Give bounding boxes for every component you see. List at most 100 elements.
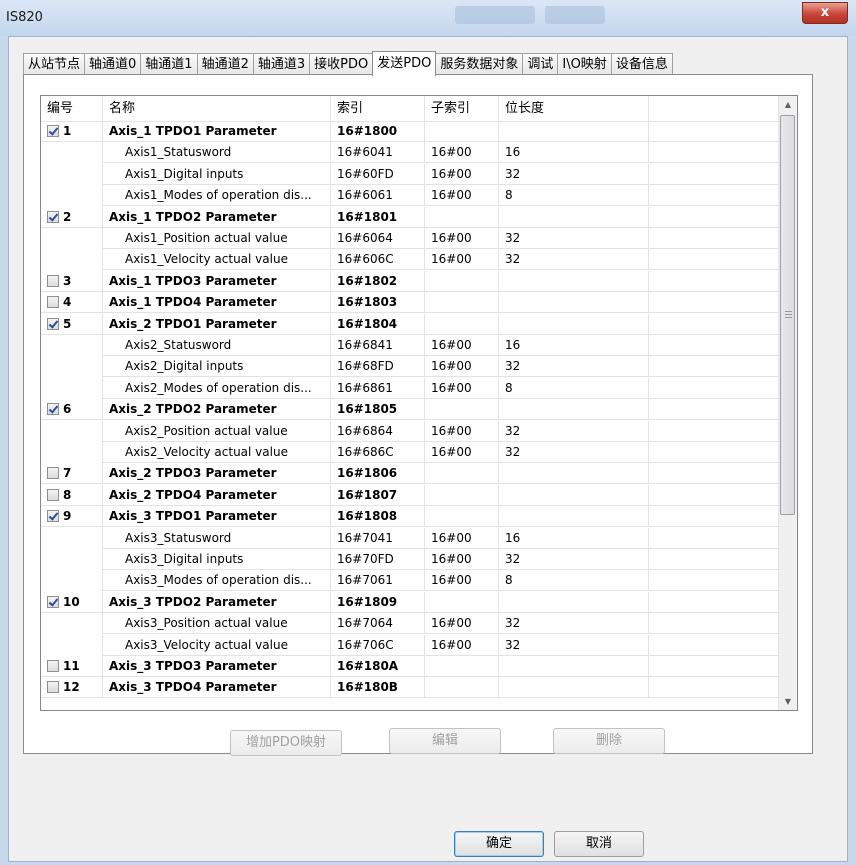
pdo-parameter-row[interactable]: 7 Axis_2 TPDO3 Parameter 16#1806 — [41, 463, 779, 485]
cell-sub — [425, 484, 499, 506]
tab-4[interactable]: 轴通道3 — [252, 53, 311, 75]
tab-9[interactable]: I\O映射 — [557, 53, 612, 75]
cell-idx: 16#1803 — [331, 292, 425, 314]
close-button[interactable]: x — [802, 2, 848, 24]
pdo-parameter-row[interactable]: 10 Axis_3 TPDO2 Parameter 16#1809 — [41, 591, 779, 613]
enable-checkbox[interactable] — [47, 660, 59, 672]
cell-number — [41, 356, 103, 378]
cell-number: 6 — [41, 399, 103, 421]
tab-2[interactable]: 轴通道1 — [140, 53, 198, 75]
pdo-entry-row[interactable]: Axis1_Position actual value 16#6064 16#00 3… — [41, 228, 779, 249]
pdo-entry-row[interactable]: Axis3_Position actual value 16#7064 16#00 3… — [41, 613, 779, 635]
delete-button[interactable]: 删除 — [553, 728, 665, 754]
edit-button[interactable]: 编辑 — [389, 728, 501, 754]
cell-number: 12 — [41, 677, 103, 699]
cell-name: Axis_2 TPDO3 Parameter — [103, 463, 331, 485]
cell-name: Axis_3 TPDO4 Parameter — [103, 677, 331, 699]
pdo-entry-row[interactable]: Axis2_Position actual value 16#6864 16#00 3… — [41, 420, 779, 442]
cell-number: 2 — [41, 206, 103, 228]
pdo-entry-row[interactable]: Axis2_Digital inputs 16#68FD 16#00 32 — [41, 356, 779, 378]
pdo-entry-row[interactable]: Axis3_Velocity actual value 16#706C 16#00 3… — [41, 634, 779, 656]
pdo-parameter-row[interactable]: 9 Axis_3 TPDO1 Parameter 16#1808 — [41, 506, 779, 528]
cell-bits: 16 — [499, 335, 649, 356]
cell-number: 11 — [41, 656, 103, 677]
enable-checkbox[interactable] — [47, 296, 59, 309]
tab-3[interactable]: 轴通道2 — [196, 53, 254, 75]
pdo-entry-row[interactable]: Axis2_Modes of operation dis... 16#6861 16… — [41, 377, 779, 399]
pdo-parameter-row[interactable]: 2 Axis_1 TPDO2 Parameter 16#1801 — [41, 206, 779, 228]
add-pdo-mapping-button[interactable]: 增加PDO映射 — [230, 730, 342, 756]
cancel-button[interactable]: 取消 — [554, 831, 644, 857]
enable-checkbox[interactable] — [47, 510, 59, 523]
column-header-subindex[interactable]: 子索引 — [425, 96, 499, 121]
enable-checkbox[interactable] — [47, 403, 59, 416]
pdo-parameter-row[interactable]: 5 Axis_2 TPDO1 Parameter 16#1804 — [41, 313, 779, 335]
vertical-scrollbar[interactable]: ▲ ▼ — [778, 96, 797, 710]
tab-10[interactable]: 设备信息 — [610, 53, 673, 75]
cell-idx: 16#1801 — [331, 206, 425, 228]
cell-bits — [499, 121, 649, 142]
tab-0[interactable]: 从站节点 — [23, 53, 86, 75]
cell-blank — [649, 591, 779, 613]
tab-8[interactable]: 调试 — [522, 53, 559, 75]
cell-number — [41, 335, 103, 356]
pdo-entry-row[interactable]: Axis1_Digital inputs 16#60FD 16#00 32 — [41, 163, 779, 185]
column-header-bit-length[interactable]: 位长度 — [499, 96, 649, 121]
column-header-number[interactable]: 编号 — [41, 96, 103, 121]
cell-bits — [499, 506, 649, 528]
cell-number — [41, 634, 103, 656]
pdo-parameter-row[interactable]: 1 Axis_1 TPDO1 Parameter 16#1800 — [41, 121, 779, 142]
pdo-entry-row[interactable]: Axis3_Statusword 16#7041 16#00 16 — [41, 527, 779, 549]
cell-sub: 16#00 — [425, 570, 499, 592]
pdo-parameter-row[interactable]: 12 Axis_3 TPDO4 Parameter 16#180B — [41, 677, 779, 699]
enable-checkbox[interactable] — [47, 488, 59, 501]
cell-name: Axis_1 TPDO2 Parameter — [103, 206, 331, 228]
tab-strip: 从站节点 轴通道0 轴通道1 轴通道2 轴通道3 接收PDO 发送PDO 服务数据对象 调试 I\… — [23, 51, 673, 76]
pdo-entry-row[interactable]: Axis3_Digital inputs 16#70FD 16#00 32 — [41, 549, 779, 570]
enable-checkbox[interactable] — [47, 467, 59, 480]
scroll-thumb[interactable] — [780, 115, 795, 515]
enable-checkbox[interactable] — [47, 125, 59, 137]
cell-number: 1 — [41, 121, 103, 142]
pdo-entry-row[interactable]: Axis1_Velocity actual value 16#606C 16#00 3… — [41, 249, 779, 271]
enable-checkbox[interactable] — [47, 210, 59, 223]
scroll-up-arrow-icon[interactable]: ▲ — [779, 96, 797, 113]
pdo-entry-row[interactable]: Axis1_Modes of operation dis... 16#6061 16… — [41, 185, 779, 207]
pdo-parameter-row[interactable]: 8 Axis_2 TPDO4 Parameter 16#1807 — [41, 484, 779, 506]
scroll-down-arrow-icon[interactable]: ▼ — [779, 693, 797, 710]
cell-bits — [499, 270, 649, 292]
enable-checkbox[interactable] — [47, 317, 59, 330]
pdo-parameter-row[interactable]: 6 Axis_2 TPDO2 Parameter 16#1805 — [41, 399, 779, 421]
column-header-index[interactable]: 索引 — [331, 96, 425, 121]
enable-checkbox[interactable] — [47, 274, 59, 287]
cell-idx: 16#6061 — [331, 185, 425, 207]
enable-checkbox[interactable] — [47, 595, 59, 608]
cell-sub: 16#00 — [425, 228, 499, 249]
cell-idx: 16#686C — [331, 442, 425, 463]
cell-blank — [649, 249, 779, 271]
cell-number: 4 — [41, 292, 103, 314]
pdo-parameter-row[interactable]: 11 Axis_3 TPDO3 Parameter 16#180A — [41, 656, 779, 677]
pdo-parameter-row[interactable]: 3 Axis_1 TPDO3 Parameter 16#1802 — [41, 270, 779, 292]
pdo-table: 编号 名称 索引 子索引 位长度 1 Axis_1 TPDO1 Parameter… — [40, 95, 798, 711]
tab-1[interactable]: 轴通道0 — [84, 53, 142, 75]
column-header-name[interactable]: 名称 — [103, 96, 331, 121]
cell-sub — [425, 399, 499, 421]
pdo-entry-row[interactable]: Axis2_Velocity actual value 16#686C 16#00 3… — [41, 442, 779, 463]
tab-7[interactable]: 服务数据对象 — [435, 53, 524, 75]
cell-idx: 16#6841 — [331, 335, 425, 356]
tab-6[interactable]: 发送PDO — [372, 51, 437, 76]
tab-5[interactable]: 接收PDO — [309, 53, 374, 75]
enable-checkbox[interactable] — [47, 681, 59, 694]
cell-sub — [425, 313, 499, 335]
row-number: 10 — [63, 594, 80, 609]
pdo-parameter-row[interactable]: 4 Axis_1 TPDO4 Parameter 16#1803 — [41, 292, 779, 314]
pdo-entry-row[interactable]: Axis2_Statusword 16#6841 16#00 16 — [41, 335, 779, 356]
cell-blank — [649, 121, 779, 142]
cell-idx: 16#1807 — [331, 484, 425, 506]
cell-name: Axis1_Modes of operation dis... — [103, 185, 331, 207]
pdo-entry-row[interactable]: Axis3_Modes of operation dis... 16#7061 16… — [41, 570, 779, 592]
ok-button[interactable]: 确定 — [454, 831, 544, 857]
cell-blank — [649, 677, 779, 699]
pdo-entry-row[interactable]: Axis1_Statusword 16#6041 16#00 16 — [41, 142, 779, 164]
